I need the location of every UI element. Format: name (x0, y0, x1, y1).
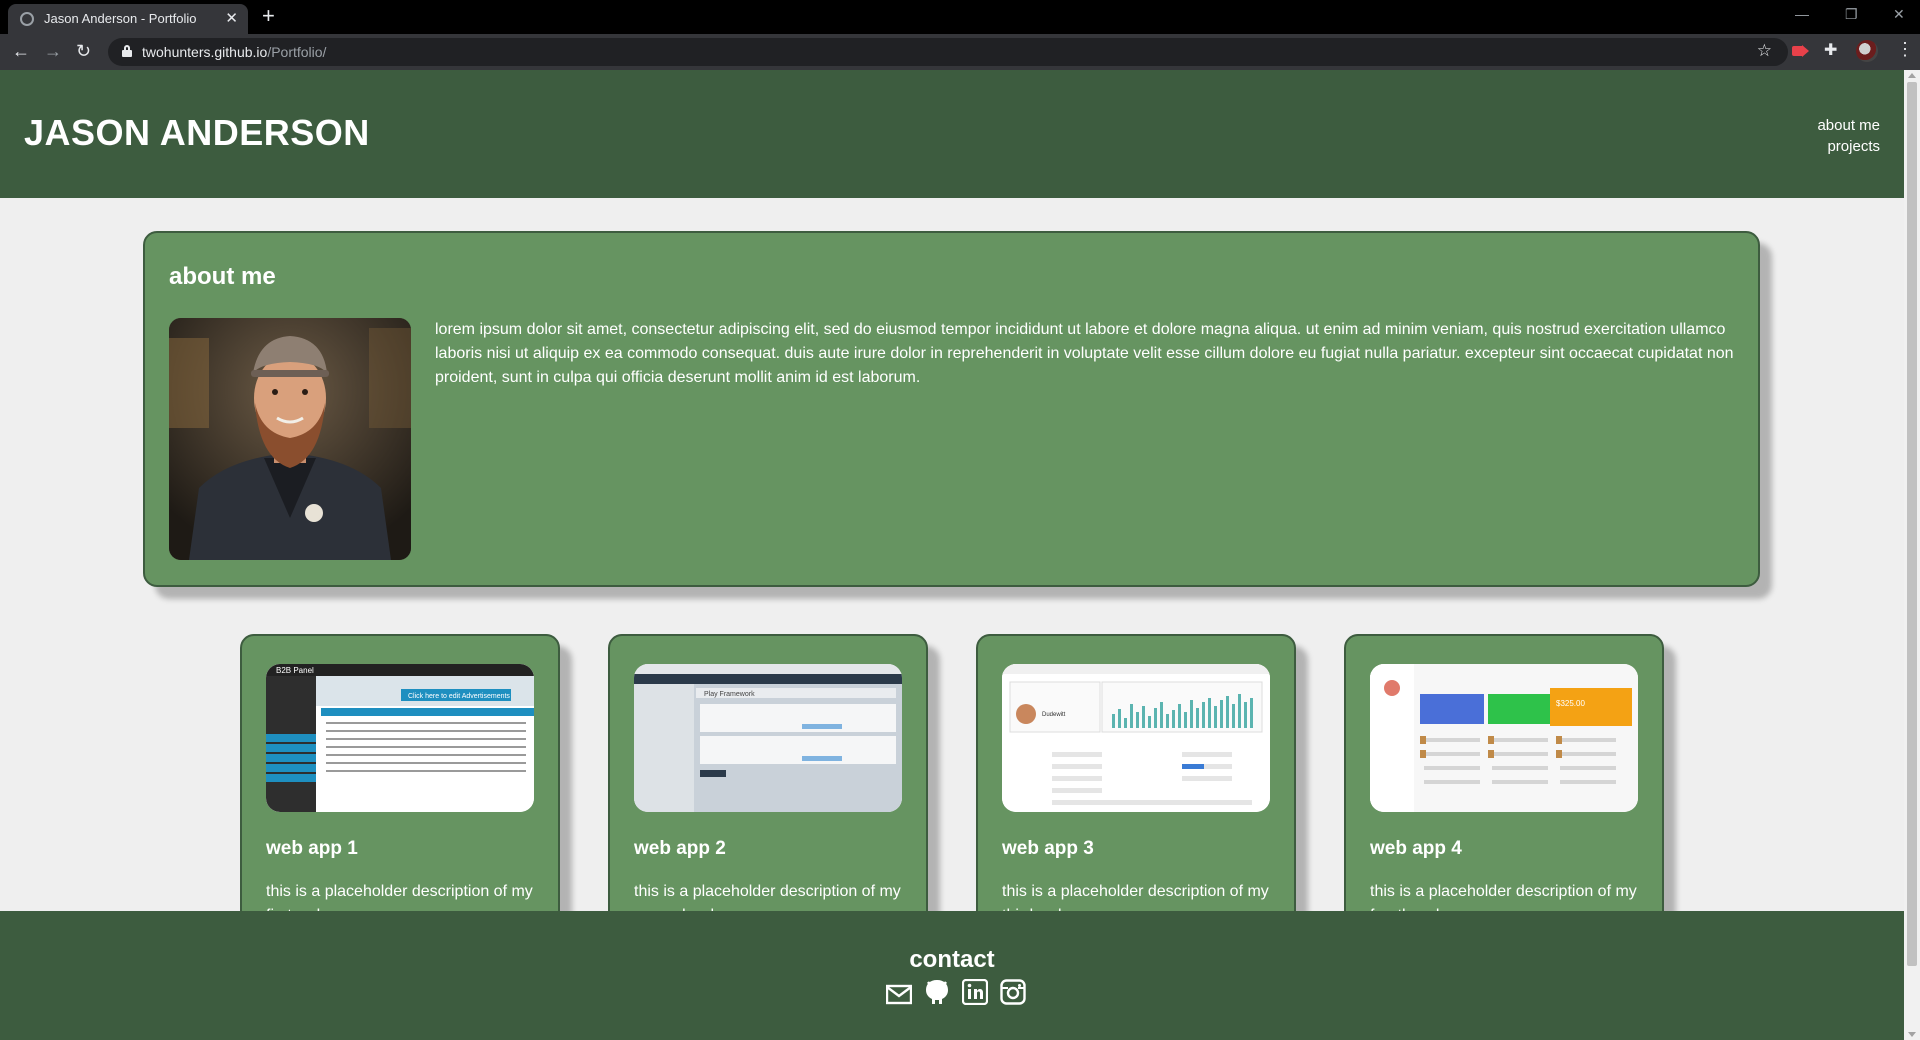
project-title-1: web app 1 (266, 838, 358, 859)
page-viewport: JASON ANDERSON about me projects about m… (0, 70, 1904, 1040)
browser-menu-icon[interactable]: ⋮ (1896, 39, 1914, 59)
lock-icon (122, 45, 132, 57)
browser-tabbar: Jason Anderson - Portfolio ✕ + — ❐ ✕ (0, 0, 1920, 34)
forward-button[interactable]: → (44, 41, 62, 62)
project-title-3: web app 3 (1002, 838, 1094, 859)
browser-tab[interactable]: Jason Anderson - Portfolio ✕ (8, 4, 248, 34)
restore-icon[interactable]: ❐ (1845, 6, 1858, 23)
site-title: JASON ANDERSON (24, 112, 370, 153)
github-icon[interactable] (924, 979, 950, 1005)
scrollbar-thumb[interactable] (1907, 82, 1917, 966)
site-footer: contact (0, 911, 1904, 1040)
instagram-icon[interactable] (1000, 979, 1026, 1005)
project-thumbnail-2[interactable]: Play Framework (634, 664, 902, 812)
scroll-up-arrow-icon[interactable] (1908, 73, 1916, 78)
back-button[interactable]: ← (12, 41, 30, 62)
project-thumbnail-3[interactable]: Dudewitt (1002, 664, 1270, 812)
browser-toolbar: ← → ↻ twohunters.github.io/Portfolio/ ☆ … (0, 34, 1920, 70)
tab-close-icon[interactable]: ✕ (225, 9, 238, 27)
project-card-3[interactable]: Dudewitt web app 3 this is a placeholder… (976, 634, 1296, 954)
thumb2-tab-label: Play Framework (704, 691, 755, 698)
nav-about-me[interactable]: about me (1817, 115, 1880, 136)
page-scrollbar[interactable] (1904, 70, 1920, 1040)
window-close-icon[interactable]: ✕ (1893, 6, 1905, 23)
project-card-4[interactable]: $325.00 web app 4 this is a placeholder … (1344, 634, 1664, 954)
project-thumbnail-1[interactable]: B2B Panel Click here to edit Advertiseme… (266, 664, 534, 812)
profile-photo (169, 318, 411, 560)
reload-button[interactable]: ↻ (76, 41, 91, 62)
thumb3-name: Dudewitt (1042, 712, 1066, 718)
project-title-2: web app 2 (634, 838, 726, 859)
about-text: lorem ipsum dolor sit amet, consectetur … (435, 321, 1734, 386)
about-heading: about me (169, 263, 276, 290)
minimize-icon[interactable]: — (1795, 6, 1809, 22)
contact-icons (884, 979, 1026, 1009)
site-nav: about me projects (1817, 115, 1880, 157)
thumb1-panel-label: B2B Panel (276, 666, 314, 675)
mail-icon[interactable] (886, 982, 912, 1008)
globe-icon (20, 12, 34, 26)
project-card-1[interactable]: B2B Panel Click here to edit Advertiseme… (240, 634, 560, 954)
tab-title: Jason Anderson - Portfolio (44, 11, 197, 26)
project-thumbnail-4[interactable]: $325.00 (1370, 664, 1638, 812)
url-text: twohunters.github.io/Portfolio/ (142, 44, 327, 60)
extension-red-icon[interactable] (1792, 42, 1810, 60)
project-title-4: web app 4 (1370, 838, 1462, 859)
linkedin-icon[interactable] (962, 979, 988, 1005)
contact-heading: contact (909, 946, 995, 973)
profile-avatar[interactable] (1856, 40, 1878, 62)
site-header: JASON ANDERSON about me projects (0, 70, 1904, 198)
about-section: about me lorem ipsum dolor sit amet, con… (143, 231, 1760, 587)
bookmark-star-icon[interactable]: ☆ (1757, 41, 1772, 61)
project-card-2[interactable]: Play Framework web app 2 this is a place… (608, 634, 928, 954)
address-bar[interactable]: twohunters.github.io/Portfolio/ ☆ (108, 38, 1788, 66)
thumb1-banner-text: Click here to edit Advertisements (408, 693, 510, 700)
nav-projects[interactable]: projects (1817, 136, 1880, 157)
scroll-down-arrow-icon[interactable] (1908, 1032, 1916, 1037)
thumb4-value: $325.00 (1556, 699, 1585, 708)
extensions-puzzle-icon[interactable]: ✚ (1824, 40, 1842, 59)
new-tab-button[interactable]: + (262, 3, 275, 29)
